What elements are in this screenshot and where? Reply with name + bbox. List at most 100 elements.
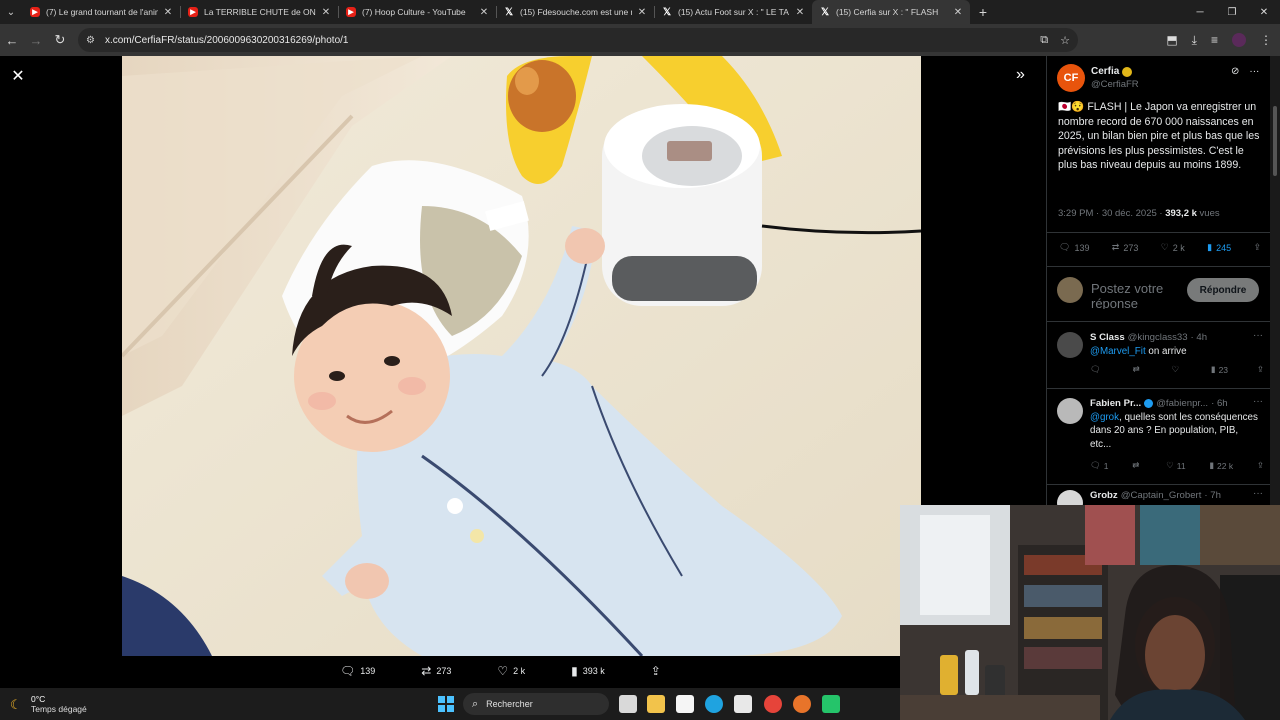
tab-search-icon[interactable]: ⌄ xyxy=(0,0,22,24)
minimize-icon[interactable]: ─ xyxy=(1184,0,1216,24)
bookmark-button[interactable]: ▮ 245 xyxy=(1207,242,1231,253)
tweet-time[interactable]: 3:29 PM · 30 déc. 2025 · xyxy=(1058,208,1165,219)
repost-button[interactable]: ⇄ 273 xyxy=(421,664,451,678)
reply-button[interactable]: 🗨 139 xyxy=(1059,242,1089,253)
scrollbar-thumb[interactable] xyxy=(1273,106,1277,176)
view-count: 22 k xyxy=(1217,460,1234,471)
avatar[interactable]: CF xyxy=(1057,64,1085,92)
view-count: 23 xyxy=(1218,364,1229,375)
install-app-icon[interactable]: ⧉ xyxy=(1040,34,1048,47)
share-button[interactable]: ⇪ xyxy=(1253,242,1261,253)
site-info-icon[interactable]: ⚙ xyxy=(86,35,95,46)
like-button[interactable]: ♡ 2 k xyxy=(497,664,525,678)
views-icon[interactable]: ▮ 22 k xyxy=(1209,460,1233,471)
reply-header: Fabien Pr... @fabienpr... · 6h xyxy=(1090,398,1228,409)
heart-icon: ♡ xyxy=(1160,242,1169,252)
taskbar-search[interactable]: ⌕ Rechercher xyxy=(463,693,609,715)
mention-link[interactable]: @grok xyxy=(1090,412,1119,423)
reply-author-name[interactable]: Fabien Pr... xyxy=(1090,398,1141,409)
forward-icon[interactable]: → xyxy=(24,24,48,56)
windows-start-icon[interactable] xyxy=(438,696,454,712)
tab-close-icon[interactable]: ✕ xyxy=(794,7,806,18)
like-count: 11 xyxy=(1176,460,1186,471)
task-view-icon[interactable] xyxy=(619,695,637,713)
heart-icon[interactable]: ♡ 11 xyxy=(1166,460,1185,471)
webcam-illustration xyxy=(900,505,1280,720)
mention-link[interactable]: @Marvel_Fit xyxy=(1090,346,1146,357)
browser-tab[interactable]: 𝕏 (15) Actu Foot sur X : " LE TA ✕ xyxy=(654,0,812,24)
browser-tab-active[interactable]: 𝕏 (15) Cerfia sur X : " FLASH ✕ xyxy=(812,0,970,24)
new-tab-button[interactable]: + xyxy=(972,4,994,20)
browser-tab[interactable]: ▶ (7) Hoop Culture - YouTube ✕ xyxy=(338,0,496,24)
author-name[interactable]: Cerfia xyxy=(1091,66,1119,77)
repost-icon[interactable]: ⇄ xyxy=(1132,460,1142,471)
restore-icon[interactable]: ❐ xyxy=(1216,0,1248,24)
reply-author-name[interactable]: Grobz xyxy=(1090,490,1118,501)
share-icon[interactable]: ⇪ xyxy=(1257,364,1264,375)
like-button[interactable]: ♡ 2 k xyxy=(1161,242,1185,253)
chrome-icon[interactable] xyxy=(764,695,782,713)
download-icon[interactable]: ⤓ xyxy=(1192,33,1197,48)
profile-avatar[interactable] xyxy=(1232,33,1246,47)
tweet-photo[interactable] xyxy=(122,56,921,656)
extensions-icon[interactable]: ⬒ xyxy=(1166,33,1177,47)
window-close-icon[interactable]: ✕ xyxy=(1248,0,1280,24)
repost-button[interactable]: ⇄ 273 xyxy=(1112,242,1139,253)
reply-text: @Marvel_Fit on arrive xyxy=(1090,345,1262,358)
file-explorer-icon[interactable] xyxy=(647,695,665,713)
url-field[interactable]: ⚙ x.com/CerfiaFR/status/2006009630200316… xyxy=(78,28,1078,52)
back-icon[interactable]: ← xyxy=(0,24,24,56)
views-icon[interactable]: ▮ 23 xyxy=(1211,364,1228,375)
reply-author-handle[interactable]: @fabienpr... xyxy=(1156,398,1208,409)
more-options-icon[interactable]: ··· xyxy=(1249,66,1259,77)
bookmark-star-icon[interactable]: ☆ xyxy=(1060,34,1070,47)
reply-author-name[interactable]: S Class xyxy=(1090,332,1125,343)
reply-item[interactable]: S Class @kingclass33 · 4h ··· @Marvel_Fi… xyxy=(1057,330,1265,392)
tweet-author[interactable]: CF Cerfia @CerfiaFR xyxy=(1057,64,1139,92)
share-icon[interactable]: ⇪ xyxy=(1257,460,1264,471)
reply-count: 139 xyxy=(1074,242,1090,253)
reply-button[interactable]: 🗨 139 xyxy=(340,664,375,678)
browser-tab[interactable]: ▶ (7) Le grand tournant de l'anim ✕ xyxy=(22,0,180,24)
weather-widget[interactable]: ☾ 0°C Temps dégagé xyxy=(10,694,87,714)
tab-close-icon[interactable]: ✕ xyxy=(162,7,174,18)
tab-close-icon[interactable]: ✕ xyxy=(320,7,332,18)
reload-icon[interactable]: ↻ xyxy=(48,24,72,56)
close-viewer-icon[interactable]: ✕ xyxy=(8,66,28,86)
edge-icon[interactable] xyxy=(705,695,723,713)
views-button[interactable]: ▮ 393 k xyxy=(571,664,605,678)
more-options-icon[interactable]: ··· xyxy=(1253,330,1263,341)
browser-tab[interactable]: 𝕏 (15) Fdesouche.com est une re ✕ xyxy=(496,0,654,24)
reply-input[interactable]: Postez votre réponse xyxy=(1091,281,1181,309)
expand-sidebar-icon[interactable]: » xyxy=(1016,66,1025,84)
views-icon: ▮ xyxy=(571,664,578,678)
more-options-icon[interactable]: ··· xyxy=(1253,488,1263,499)
more-options-icon[interactable]: ··· xyxy=(1253,396,1263,407)
author-handle[interactable]: @CerfiaFR xyxy=(1091,79,1139,90)
notepad-icon[interactable] xyxy=(676,695,694,713)
reply-author-handle[interactable]: @Captain_Grobert xyxy=(1121,490,1202,501)
reply-icon[interactable]: 🗨 xyxy=(1090,364,1104,375)
share-button[interactable]: ⇪ xyxy=(651,664,661,678)
x-icon: 𝕏 xyxy=(504,6,514,18)
heart-icon[interactable]: ♡ xyxy=(1171,364,1182,375)
repost-icon[interactable]: ⇄ xyxy=(1133,364,1143,375)
reply-actions: 🗨 ⇄ ♡ ▮ 23 ⇪ xyxy=(1090,364,1264,375)
media-icon[interactable]: ≡ xyxy=(1211,33,1218,47)
reply-author-handle[interactable]: @kingclass33 xyxy=(1128,332,1188,343)
avatar[interactable] xyxy=(1057,332,1083,358)
grok-icon[interactable]: ⊘ xyxy=(1231,66,1239,77)
app-icon[interactable] xyxy=(822,695,840,713)
reply-body: on arrive xyxy=(1145,346,1187,357)
tab-close-icon[interactable]: ✕ xyxy=(478,7,490,18)
reply-icon[interactable]: 🗨 1 xyxy=(1090,460,1109,471)
browser-tab[interactable]: ▶ La TERRIBLE CHUTE de ONE PU ✕ xyxy=(180,0,338,24)
tab-close-icon[interactable]: ✕ xyxy=(636,7,648,18)
avatar[interactable] xyxy=(1057,398,1083,424)
store-icon[interactable] xyxy=(734,695,752,713)
tab-close-icon[interactable]: ✕ xyxy=(952,7,964,18)
kebab-menu-icon[interactable]: ⋮ xyxy=(1260,33,1272,47)
reply-item[interactable]: Fabien Pr... @fabienpr... · 6h ··· @grok… xyxy=(1057,396,1265,488)
reply-submit-button[interactable]: Répondre xyxy=(1187,278,1259,302)
firefox-icon[interactable] xyxy=(793,695,811,713)
